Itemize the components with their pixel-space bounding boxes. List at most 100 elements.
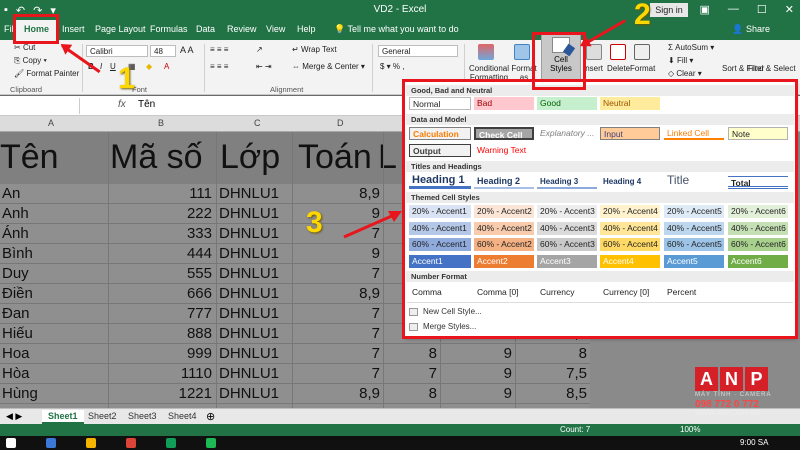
table-cell[interactable]: DHNLU1 <box>219 245 289 262</box>
clear-button[interactable]: ◇ Clear ▾ <box>668 69 702 78</box>
table-cell[interactable]: 8 <box>383 385 437 402</box>
formula-input[interactable]: Tên <box>138 99 155 110</box>
table-cell[interactable]: 8,9 <box>292 285 380 302</box>
table-cell[interactable]: 8,9 <box>292 185 380 202</box>
sheet-tab[interactable]: Sheet4 <box>162 410 203 424</box>
column-header[interactable]: A <box>48 118 54 128</box>
windows-start-icon[interactable] <box>6 438 16 448</box>
format-as-table-icon[interactable] <box>514 44 530 60</box>
header-cell[interactable]: Toán <box>298 138 372 177</box>
table-cell[interactable]: 7 <box>292 365 380 382</box>
table-cell[interactable]: Hòa <box>2 365 106 382</box>
delete-cells-icon[interactable] <box>610 44 626 60</box>
table-cell[interactable]: Anh <box>2 205 106 222</box>
table-cell[interactable]: DHNLU1 <box>219 185 289 202</box>
table-cell[interactable]: 9 <box>292 245 380 262</box>
close-icon[interactable]: ✕ <box>785 3 794 16</box>
table-cell[interactable]: Duy <box>2 265 106 282</box>
table-cell[interactable]: Hiếu <box>2 325 106 342</box>
table-cell[interactable]: Ánh <box>2 225 106 242</box>
tab-review[interactable]: Review <box>227 24 257 34</box>
search-icon[interactable] <box>46 438 56 448</box>
app-icon[interactable] <box>206 438 216 448</box>
file-explorer-icon[interactable] <box>86 438 96 448</box>
name-box[interactable] <box>0 98 80 114</box>
table-cell[interactable]: Bình <box>2 245 106 262</box>
insert-cells-button[interactable]: Insert <box>583 64 603 73</box>
table-cell[interactable]: 111 <box>108 185 212 202</box>
table-cell[interactable]: 777 <box>108 305 212 322</box>
indent-icon[interactable]: ⇤ ⇥ <box>256 62 272 71</box>
header-cell[interactable]: Tên <box>0 138 59 177</box>
table-cell[interactable]: An <box>2 185 106 202</box>
table-cell[interactable]: 7 <box>292 305 380 322</box>
ribbon-display-icon[interactable]: ▣ <box>700 3 710 16</box>
table-cell[interactable]: Hoa <box>2 345 106 362</box>
table-cell[interactable]: 7 <box>292 345 380 362</box>
table-cell[interactable]: 9 <box>440 345 512 362</box>
tab-help[interactable]: Help <box>297 24 316 34</box>
align-top-icon[interactable]: ≡ ≡ ≡ <box>210 45 228 54</box>
minimize-icon[interactable]: — <box>728 3 739 16</box>
table-cell[interactable]: 8,5 <box>515 385 587 402</box>
sheet-tab[interactable]: Sheet3 <box>122 410 163 424</box>
table-cell[interactable]: 999 <box>108 345 212 362</box>
table-cell[interactable]: DHNLU1 <box>219 385 289 402</box>
format-painter-button[interactable]: 🖌 Format Painter <box>14 69 79 78</box>
font-size-select[interactable]: 48 <box>150 45 176 57</box>
fx-label[interactable]: fx <box>118 99 126 110</box>
table-cell[interactable]: 1110 <box>108 365 212 382</box>
table-cell[interactable]: 555 <box>108 265 212 282</box>
table-cell[interactable]: 333 <box>108 225 212 242</box>
number-format-select[interactable]: General <box>378 45 458 57</box>
column-header[interactable]: D <box>337 118 344 128</box>
header-cell[interactable]: Mã số <box>110 138 203 177</box>
wrap-text-button[interactable]: ↵ Wrap Text <box>292 45 337 54</box>
scroll-tabs-icon[interactable]: ◀ ▶ <box>6 411 22 422</box>
underline-icon[interactable]: U <box>110 62 116 71</box>
autosum-button[interactable]: Σ AutoSum ▾ <box>668 43 714 52</box>
table-cell[interactable]: DHNLU1 <box>219 365 289 382</box>
table-cell[interactable]: 8,9 <box>292 385 380 402</box>
table-cell[interactable]: DHNLU1 <box>219 265 289 282</box>
copy-button[interactable]: ⎘ Copy ▾ <box>14 56 47 66</box>
table-cell[interactable]: 9 <box>440 385 512 402</box>
find-select-button[interactable]: Find & Select <box>748 64 796 73</box>
table-cell[interactable]: DHNLU1 <box>219 325 289 342</box>
add-sheet-icon[interactable]: ⊕ <box>206 410 215 423</box>
header-cell[interactable]: Lớp <box>220 138 280 177</box>
table-cell[interactable]: 7 <box>292 325 380 342</box>
tab-page-layout[interactable]: Page Layout <box>95 24 146 34</box>
table-cell[interactable]: 666 <box>108 285 212 302</box>
sheet-tab[interactable]: Sheet2 <box>82 410 123 424</box>
tab-data[interactable]: Data <box>196 24 215 34</box>
orientation-icon[interactable]: ↗ <box>256 45 263 54</box>
table-cell[interactable]: 9 <box>440 365 512 382</box>
excel-taskbar-icon[interactable] <box>166 438 176 448</box>
table-cell[interactable]: DHNLU1 <box>219 205 289 222</box>
table-cell[interactable]: 7,5 <box>515 365 587 382</box>
fill-button[interactable]: ⬇ Fill ▾ <box>668 56 693 65</box>
tab-formulas[interactable]: Formulas <box>150 24 188 34</box>
align-left-icon[interactable]: ≡ ≡ ≡ <box>210 62 228 71</box>
maximize-icon[interactable]: ☐ <box>757 3 767 16</box>
font-name-select[interactable]: Calibri <box>86 45 148 57</box>
share-button[interactable]: 👤 Share <box>732 24 770 35</box>
format-cells-button[interactable]: Format <box>630 64 655 73</box>
table-cell[interactable]: DHNLU1 <box>219 305 289 322</box>
table-cell[interactable]: Điền <box>2 285 106 302</box>
table-cell[interactable]: 8 <box>515 345 587 362</box>
table-cell[interactable]: DHNLU1 <box>219 345 289 362</box>
table-cell[interactable]: DHNLU1 <box>219 285 289 302</box>
merge-center-button[interactable]: ⇔ Merge & Center ▾ <box>292 62 365 71</box>
table-cell[interactable]: DHNLU1 <box>219 225 289 242</box>
table-cell[interactable]: Đan <box>2 305 106 322</box>
table-cell[interactable]: 1221 <box>108 385 212 402</box>
table-cell[interactable]: 8 <box>383 345 437 362</box>
header-cell[interactable]: L <box>378 138 397 177</box>
table-cell[interactable]: 7 <box>292 265 380 282</box>
tab-view[interactable]: View <box>266 24 285 34</box>
column-header[interactable]: B <box>158 118 164 128</box>
conditional-formatting-icon[interactable] <box>478 44 494 60</box>
fill-color-icon[interactable]: ◆ <box>146 62 152 71</box>
